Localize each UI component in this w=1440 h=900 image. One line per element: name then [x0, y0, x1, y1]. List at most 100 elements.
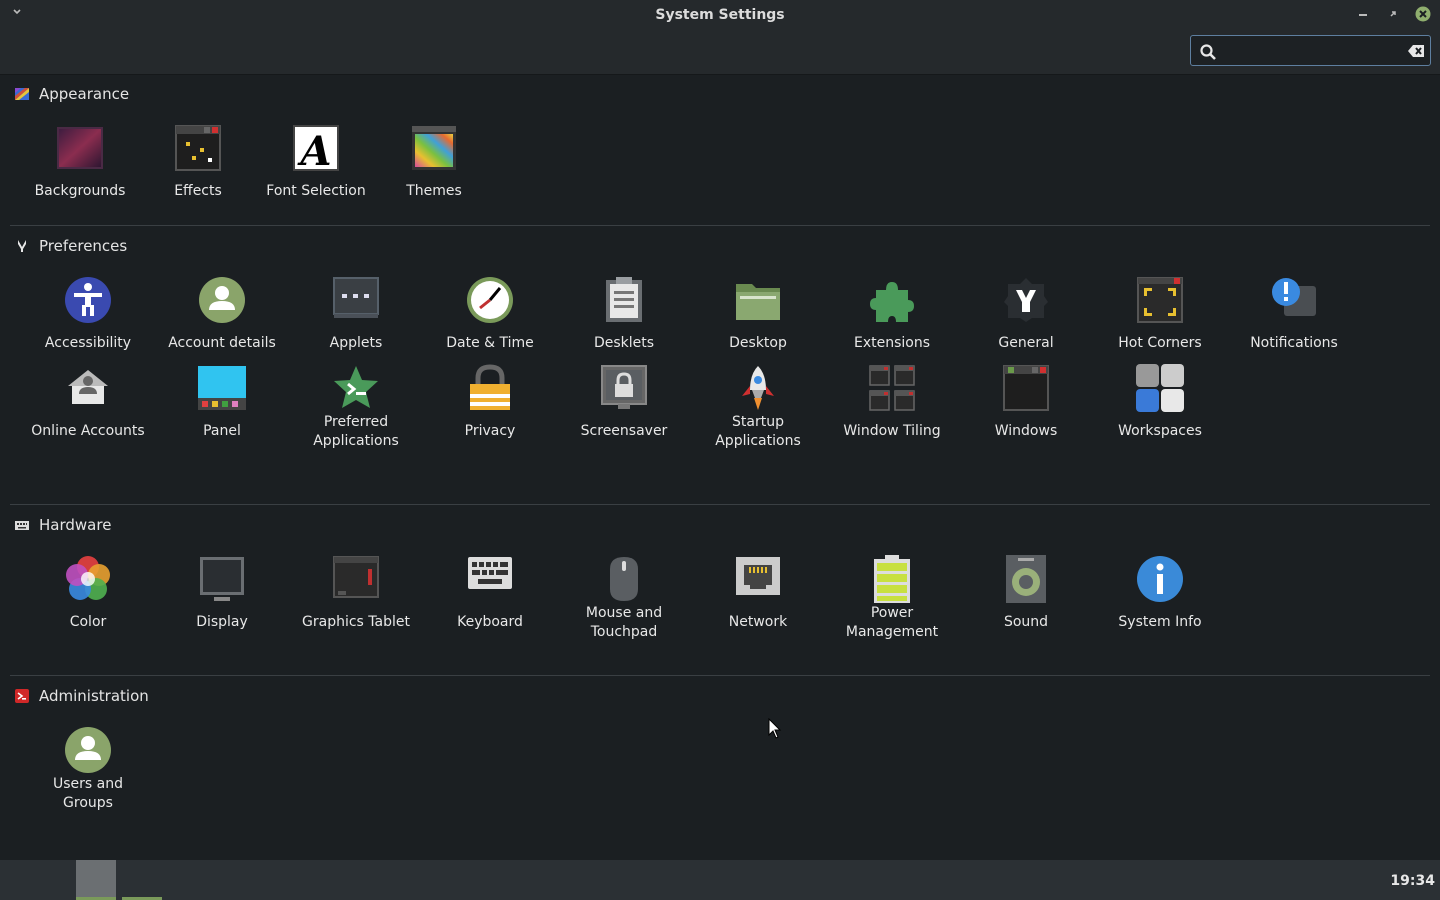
search-icon [1200, 44, 1216, 60]
settings-item-keyboard[interactable]: Keyboard [425, 555, 555, 645]
color-wheel-icon [66, 556, 110, 600]
settings-item-account-details[interactable]: Account details [157, 276, 287, 366]
settings-item-applets[interactable]: Applets [291, 276, 421, 366]
section-title-appearance: Appearance [39, 85, 130, 103]
settings-item-graphics-tablet[interactable]: Graphics Tablet [291, 555, 421, 645]
item-label: Effects [174, 183, 222, 199]
minimize-icon[interactable] [1355, 6, 1371, 22]
item-label: Date & Time [446, 335, 534, 351]
maximize-icon[interactable] [1385, 6, 1401, 22]
item-label: Extensions [853, 335, 931, 351]
settings-item-backgrounds[interactable]: Backgrounds [15, 124, 145, 214]
clipboard-icon [606, 277, 642, 322]
settings-item-users-groups[interactable]: Users and Groups [23, 726, 153, 816]
settings-item-privacy[interactable]: Privacy [425, 364, 555, 454]
settings-item-system-info[interactable]: System Info [1095, 555, 1225, 645]
item-label: Window Tiling [843, 423, 941, 439]
settings-item-screensaver[interactable]: Screensaver [559, 364, 689, 454]
settings-item-notifications[interactable]: Notifications [1229, 276, 1359, 366]
item-label: General [998, 335, 1054, 351]
mouse-icon [610, 557, 638, 601]
item-label: Network [728, 614, 788, 630]
title-bar: System Settings [0, 0, 1440, 30]
settings-item-general[interactable]: General [961, 276, 1091, 366]
tablet-icon [333, 556, 379, 598]
notification-icon [1272, 278, 1316, 316]
settings-item-sound[interactable]: Sound [961, 555, 1091, 645]
settings-item-startup-applications[interactable]: Startup Applications [693, 364, 823, 454]
section-title-hardware: Hardware [39, 516, 112, 534]
settings-item-windows[interactable]: Windows [961, 364, 1091, 454]
settings-item-hot-corners[interactable]: Hot Corners [1095, 276, 1225, 366]
applets-icon [333, 277, 379, 318]
terminal-icon [15, 689, 29, 703]
users-icon [65, 727, 111, 773]
network-port-icon [736, 557, 780, 595]
item-label: Graphics Tablet [302, 614, 410, 630]
screensaver-icon [601, 365, 647, 409]
item-label: Desklets [593, 335, 655, 351]
item-label: Accessibility [44, 335, 132, 351]
item-label: Notifications [1250, 335, 1338, 351]
rocket-icon [742, 366, 774, 410]
settings-item-accessibility[interactable]: Accessibility [23, 276, 153, 366]
item-label: Power Management [845, 605, 939, 640]
lock-icon [470, 364, 510, 410]
settings-item-panel[interactable]: Panel [157, 364, 287, 454]
accessibility-icon [65, 277, 111, 323]
settings-item-window-tiling[interactable]: Window Tiling [827, 364, 957, 454]
settings-item-preferred-applications[interactable]: Preferred Applications [291, 364, 421, 454]
section-separator [10, 225, 1430, 226]
window-tiling-icon [869, 365, 915, 411]
item-label: Screensaver [580, 423, 668, 439]
close-icon[interactable] [1415, 6, 1431, 22]
puzzle-icon [870, 282, 914, 322]
mouse-cursor-icon [768, 718, 782, 739]
search-box[interactable] [1190, 35, 1431, 66]
item-label: Font Selection [266, 183, 366, 199]
section-title-preferences: Preferences [39, 237, 128, 255]
settings-item-themes[interactable]: Themes [369, 124, 499, 214]
header-bar [0, 30, 1440, 75]
search-input[interactable] [1225, 40, 1409, 62]
clock-icon [467, 277, 513, 323]
clear-search-icon[interactable] [1407, 43, 1425, 59]
item-label: Mouse and Touchpad [585, 605, 663, 640]
window-icon [1003, 365, 1049, 411]
item-label: Sound [1003, 614, 1049, 630]
settings-item-desklets[interactable]: Desklets [559, 276, 689, 366]
settings-item-extensions[interactable]: Extensions [827, 276, 957, 366]
wrench-icon [1004, 278, 1048, 322]
workspaces-icon [1136, 364, 1184, 412]
settings-item-mouse-touchpad[interactable]: Mouse and Touchpad [559, 555, 689, 645]
settings-item-effects[interactable]: Effects [133, 124, 263, 214]
item-label: Preferred Applications [313, 414, 399, 449]
clock[interactable]: 19:34 [1390, 873, 1435, 889]
font-icon: A [293, 125, 339, 172]
item-label: Windows [994, 423, 1058, 439]
settings-item-color[interactable]: Color [23, 555, 153, 645]
appearance-icon [15, 88, 29, 100]
item-label: Account details [168, 335, 276, 351]
item-label: Keyboard [457, 614, 523, 630]
speaker-icon [1006, 555, 1046, 603]
taskbar: 19:34 [0, 860, 1440, 900]
keyboard-small-icon [15, 521, 29, 530]
settings-item-network[interactable]: Network [693, 555, 823, 645]
settings-item-workspaces[interactable]: Workspaces [1095, 364, 1225, 454]
backgrounds-icon [57, 127, 103, 169]
settings-item-power-management[interactable]: Power Management [827, 555, 957, 645]
themes-icon [412, 126, 456, 170]
settings-item-desktop[interactable]: Desktop [693, 276, 823, 366]
settings-item-online-accounts[interactable]: Online Accounts [23, 364, 153, 454]
settings-item-font-selection[interactable]: A Font Selection [251, 124, 381, 214]
item-label: Themes [406, 183, 462, 199]
settings-item-date-time[interactable]: Date & Time [425, 276, 555, 366]
settings-item-display[interactable]: Display [157, 555, 287, 645]
online-accounts-icon [68, 370, 108, 404]
item-label: Workspaces [1118, 423, 1202, 439]
item-label: Color [69, 614, 107, 630]
keyboard-icon [468, 557, 512, 589]
section-separator [10, 504, 1430, 505]
taskbar-window-button[interactable] [76, 860, 116, 900]
